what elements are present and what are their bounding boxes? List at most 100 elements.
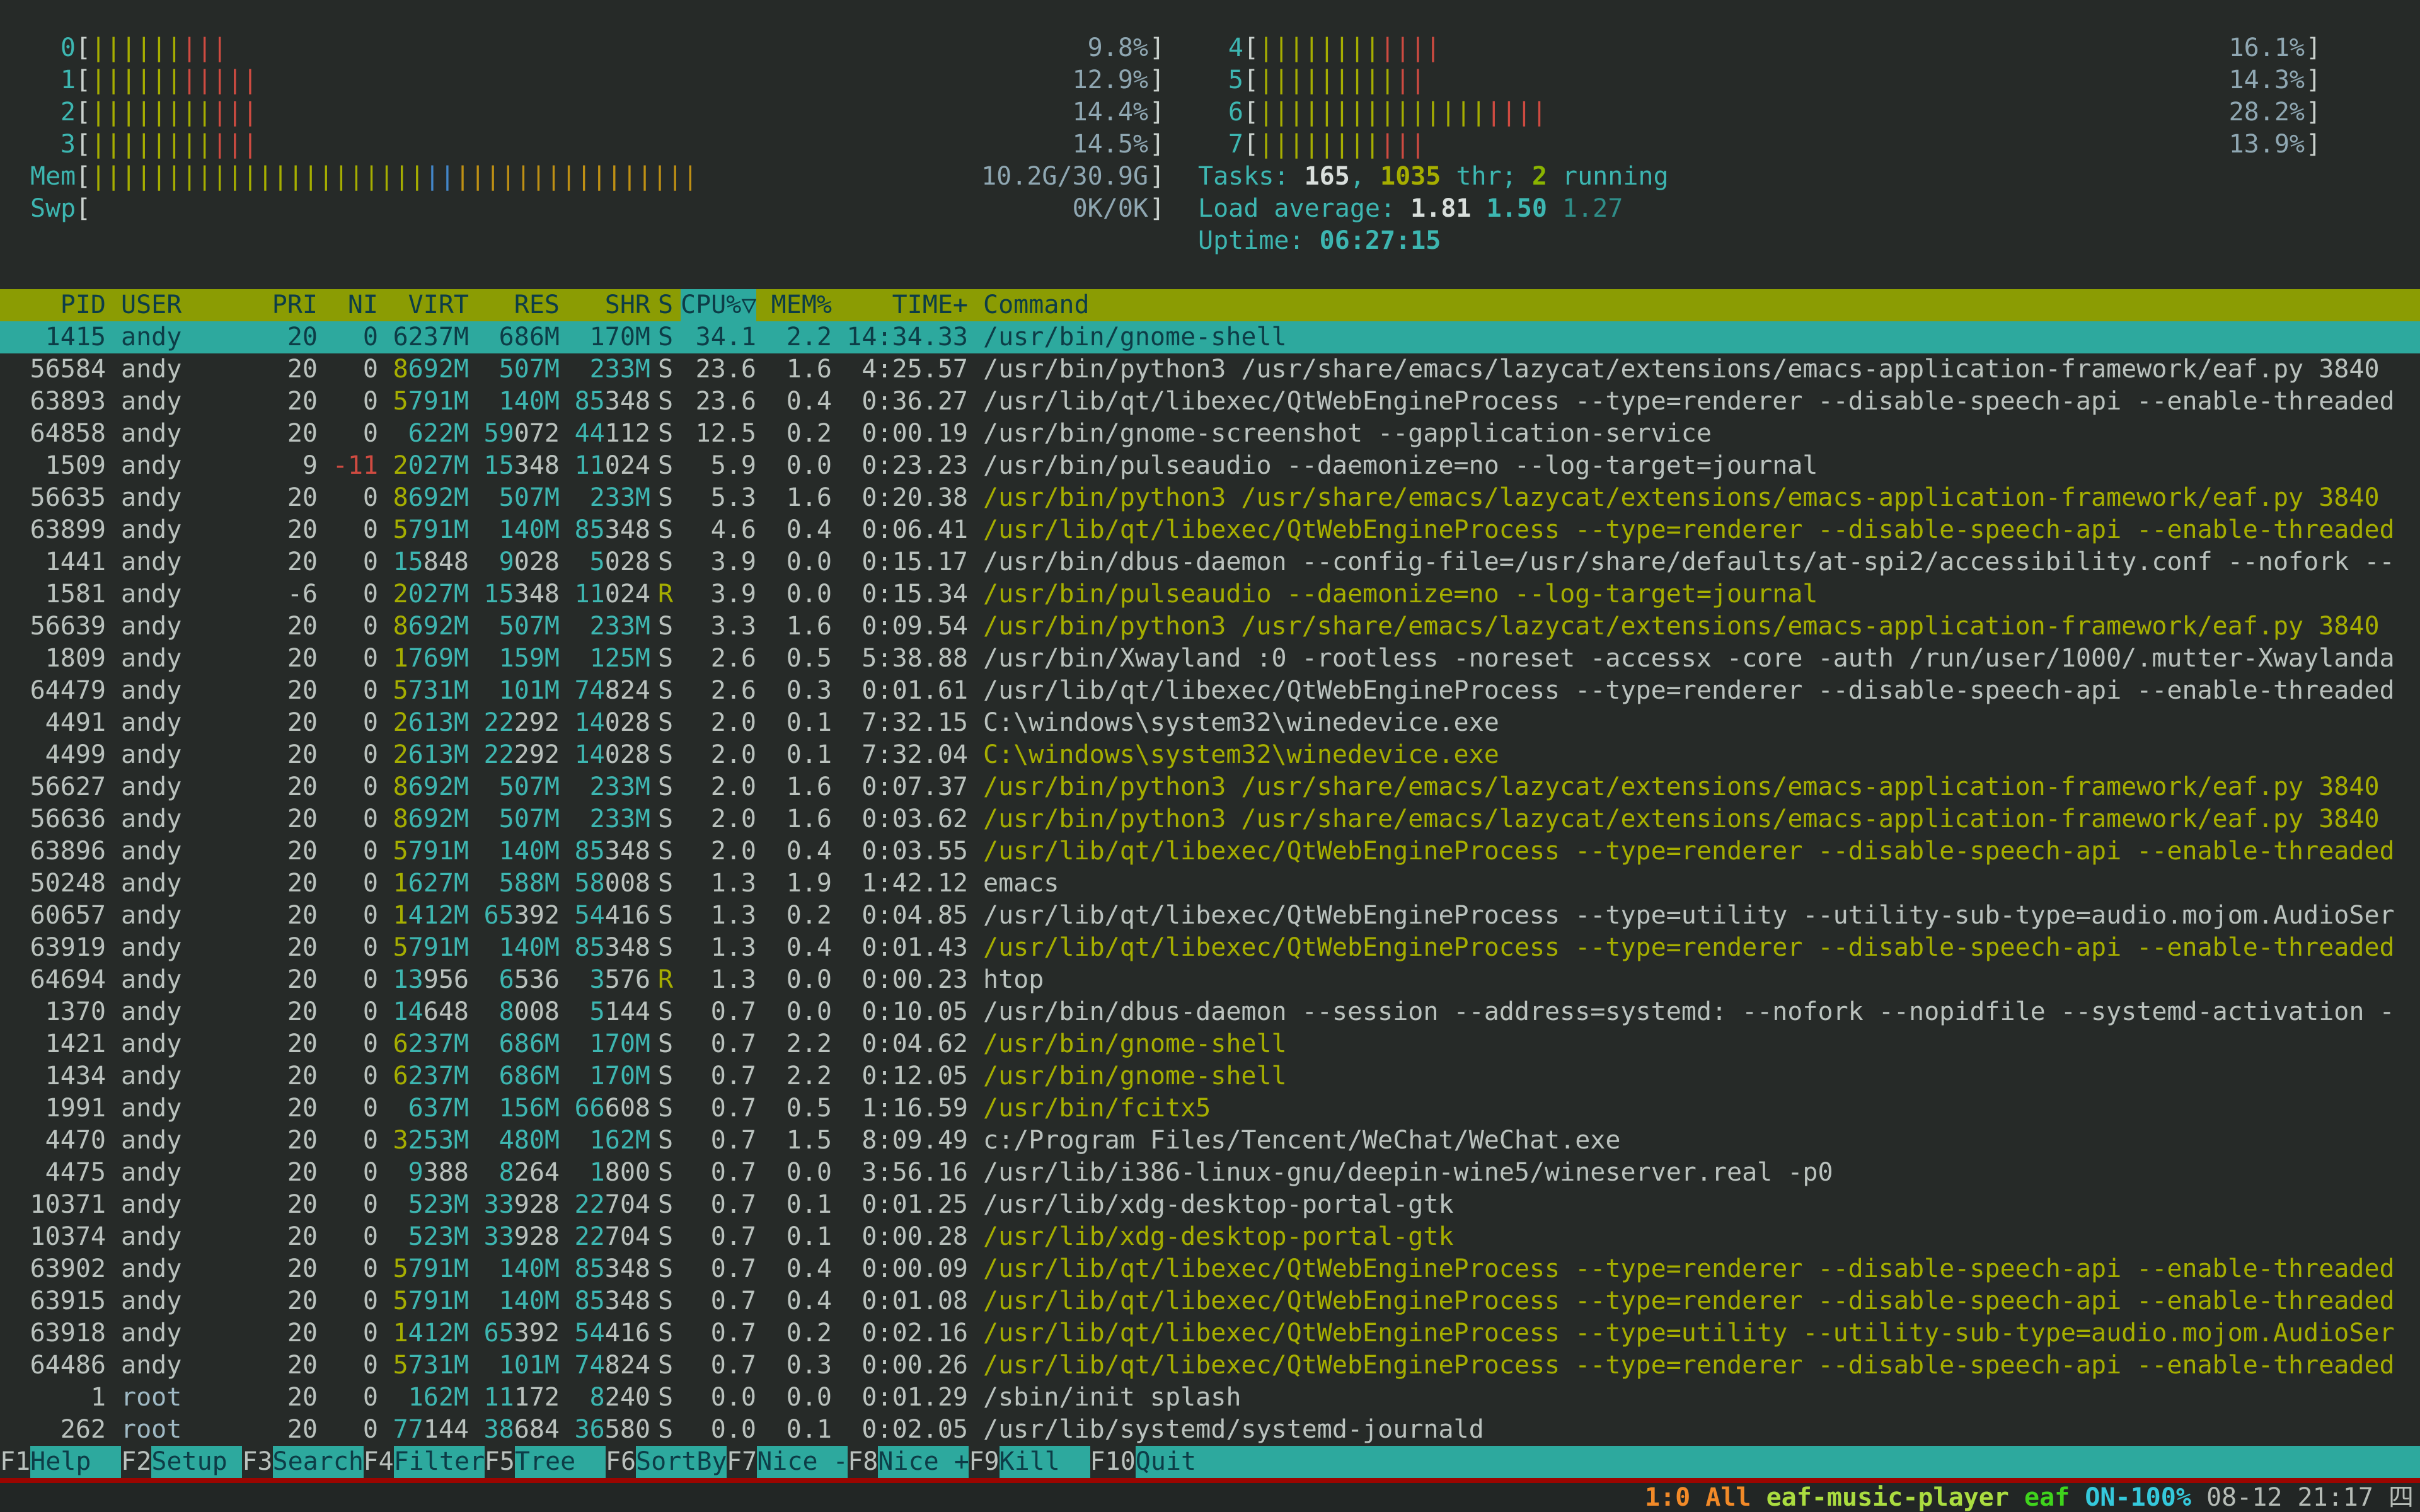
fn-action-sortby[interactable]: SortBy xyxy=(636,1446,727,1478)
fn-action-help[interactable]: Help xyxy=(30,1446,121,1478)
process-row[interactable]: 1421andy2006237M686M170MS0.72.20:04.62/u… xyxy=(0,1028,2420,1060)
fn-key-f10[interactable]: F10 xyxy=(1090,1446,1136,1478)
column-header-s[interactable]: S xyxy=(650,289,681,321)
process-row[interactable]: 63915andy2005791M140M85348S0.70.40:01.08… xyxy=(0,1285,2420,1317)
virt-part: 253M xyxy=(408,1126,469,1155)
process-row[interactable]: 63902andy2005791M140M85348S0.70.40:00.09… xyxy=(0,1253,2420,1285)
process-row[interactable]: 64479andy2005731M101M74824S2.60.30:01.61… xyxy=(0,675,2420,707)
process-row[interactable]: 64486andy2005731M101M74824S0.70.30:00.26… xyxy=(0,1349,2420,1382)
fn-action-tree[interactable]: Tree xyxy=(515,1446,606,1478)
process-row[interactable]: 64858andy200622M5907244112S12.50.20:00.1… xyxy=(0,418,2420,450)
meter-close-bracket: ] xyxy=(2306,64,2321,96)
res-cell: 22292 xyxy=(469,739,560,771)
state-cell: S xyxy=(650,643,681,675)
virt-part: 5 xyxy=(393,837,408,866)
fn-key-f5[interactable]: F5 xyxy=(485,1446,515,1478)
fn-action-setup[interactable]: Setup xyxy=(151,1446,242,1478)
fn-key-f8[interactable]: F8 xyxy=(848,1446,878,1478)
column-header-time[interactable]: TIME+ xyxy=(832,289,968,321)
column-header-ni[interactable]: NI xyxy=(318,289,378,321)
process-row[interactable]: 56635andy2008692M507M233MS5.31.60:20.38/… xyxy=(0,482,2420,514)
res-part: 008 xyxy=(514,997,560,1026)
column-header-res[interactable]: RES xyxy=(469,289,560,321)
res-cell: 156M xyxy=(469,1092,560,1125)
state-cell: R xyxy=(650,578,681,610)
column-header-mem[interactable]: MEM% xyxy=(756,289,832,321)
column-header-user[interactable]: USER xyxy=(106,289,257,321)
spacer xyxy=(2191,1483,2206,1512)
process-row[interactable]: 63893andy2005791M140M85348S23.60.40:36.2… xyxy=(0,386,2420,418)
priority-cell: 20 xyxy=(257,418,318,450)
process-row[interactable]: 4470andy2003253M480M162MS0.71.58:09.49c:… xyxy=(0,1125,2420,1157)
res-cell: 101M xyxy=(469,1349,560,1382)
fn-key-f1[interactable]: F1 xyxy=(0,1446,30,1478)
cpu1-meter: 1[|||||||||||12.9%] xyxy=(30,64,1165,96)
process-row[interactable]: 10374andy200523M3392822704S0.70.10:00.28… xyxy=(0,1221,2420,1253)
fn-action-filter[interactable]: Filter xyxy=(394,1446,485,1478)
shr-part: 348 xyxy=(605,1286,650,1315)
shr-part: 024 xyxy=(605,580,650,609)
process-row[interactable]: 1370andy2001464880085144S0.70.00:10.05/u… xyxy=(0,996,2420,1028)
fn-action-quit[interactable]: Quit xyxy=(1136,1446,1226,1478)
priority-cell: 20 xyxy=(257,386,318,418)
fn-action-search[interactable]: Search xyxy=(273,1446,364,1478)
process-row[interactable]: 1509andy9-112027M1534811024S5.90.00:23.2… xyxy=(0,450,2420,482)
fn-key-f4[interactable]: F4 xyxy=(364,1446,394,1478)
fn-key-f7[interactable]: F7 xyxy=(727,1446,757,1478)
process-row[interactable]: 4499andy2002613M2229214028S2.00.17:32.04… xyxy=(0,739,2420,771)
process-row[interactable]: 10371andy200523M3392822704S0.70.10:01.25… xyxy=(0,1189,2420,1221)
process-row[interactable]: 63918andy2001412M6539254416S0.70.20:02.1… xyxy=(0,1317,2420,1349)
virt-cell: 8692M xyxy=(378,803,469,835)
nice-cell: 0 xyxy=(318,1189,378,1221)
column-header-cmd[interactable]: Command xyxy=(968,289,2420,321)
process-row[interactable]: 1441andy2001584890285028S3.90.00:15.17/u… xyxy=(0,546,2420,578)
process-row[interactable]: 1434andy2006237M686M170MS0.72.20:12.05/u… xyxy=(0,1060,2420,1092)
column-header-shr[interactable]: SHR xyxy=(560,289,650,321)
process-row[interactable]: 63899andy2005791M140M85348S4.60.40:06.41… xyxy=(0,514,2420,546)
shr-part: 14 xyxy=(575,740,605,769)
fn-key-f6[interactable]: F6 xyxy=(606,1446,636,1478)
process-row[interactable]: 63919andy2005791M140M85348S1.30.40:01.43… xyxy=(0,932,2420,964)
process-row[interactable]: 64694andy2001395665363576R1.30.00:00.23h… xyxy=(0,964,2420,996)
process-row-selected[interactable]: 1415andy2006237M686M170MS34.12.214:34.33… xyxy=(0,321,2420,353)
column-header-virt[interactable]: VIRT xyxy=(378,289,469,321)
fn-action-kill[interactable]: Kill xyxy=(1000,1446,1090,1478)
fn-action-nice-[interactable]: Nice + xyxy=(878,1446,969,1478)
process-row[interactable]: 60657andy2001412M6539254416S1.30.20:04.8… xyxy=(0,900,2420,932)
fn-key-f2[interactable]: F2 xyxy=(121,1446,151,1478)
virt-part: 5 xyxy=(393,1286,408,1315)
process-row[interactable]: 262root200771443868436580S0.00.10:02.05/… xyxy=(0,1414,2420,1446)
res-cell: 140M xyxy=(469,1253,560,1285)
command-cell: /usr/lib/i386-linux-gnu/deepin-wine5/win… xyxy=(968,1157,2420,1189)
virt-part: 237M xyxy=(408,1062,469,1091)
process-row[interactable]: 63896andy2005791M140M85348S2.00.40:03.55… xyxy=(0,835,2420,868)
res-cell: 507M xyxy=(469,771,560,803)
shr-cell: 233M xyxy=(560,482,650,514)
process-row[interactable]: 50248andy2001627M588M58008S1.31.91:42.12… xyxy=(0,868,2420,900)
process-row[interactable]: 56639andy2008692M507M233MS3.31.60:09.54/… xyxy=(0,610,2420,643)
window-title: eaf-music-player xyxy=(1766,1483,2009,1512)
process-row[interactable]: 4491andy2002613M2229214028S2.00.17:32.15… xyxy=(0,707,2420,739)
process-row[interactable]: 56636andy2008692M507M233MS2.01.60:03.62/… xyxy=(0,803,2420,835)
fn-key-f9[interactable]: F9 xyxy=(969,1446,999,1478)
res-cell: 38684 xyxy=(469,1414,560,1446)
process-row[interactable]: 1581andy-602027M1534811024R3.90.00:15.34… xyxy=(0,578,2420,610)
fn-key-f3[interactable]: F3 xyxy=(242,1446,272,1478)
mem-percent-cell: 0.2 xyxy=(756,900,832,932)
pid-cell: 64479 xyxy=(0,675,106,707)
cpu-percent-cell: 3.3 xyxy=(681,610,756,643)
column-header-cpu[interactable]: CPU%▽ xyxy=(681,289,756,321)
column-header-pri[interactable]: PRI xyxy=(257,289,318,321)
process-row[interactable]: 56627andy2008692M507M233MS2.01.60:07.37/… xyxy=(0,771,2420,803)
column-header-pid[interactable]: PID xyxy=(0,289,106,321)
process-row[interactable]: 56584andy2008692M507M233MS23.61.64:25.57… xyxy=(0,353,2420,386)
process-row[interactable]: 4475andy200938882641800S0.70.03:56.16/us… xyxy=(0,1157,2420,1189)
process-row[interactable]: 1991andy200637M156M66608S0.70.51:16.59/u… xyxy=(0,1092,2420,1125)
fn-action-nice-[interactable]: Nice - xyxy=(757,1446,848,1478)
tick-group-red: |||| xyxy=(1380,33,1441,62)
process-row[interactable]: 1root200162M111728240S0.00.00:01.29/sbin… xyxy=(0,1382,2420,1414)
virt-part: 791M xyxy=(408,837,469,866)
process-row[interactable]: 1809andy2001769M159M125MS2.60.55:38.88/u… xyxy=(0,643,2420,675)
time-cell: 0:12.05 xyxy=(832,1060,968,1092)
nice-cell: 0 xyxy=(318,578,378,610)
